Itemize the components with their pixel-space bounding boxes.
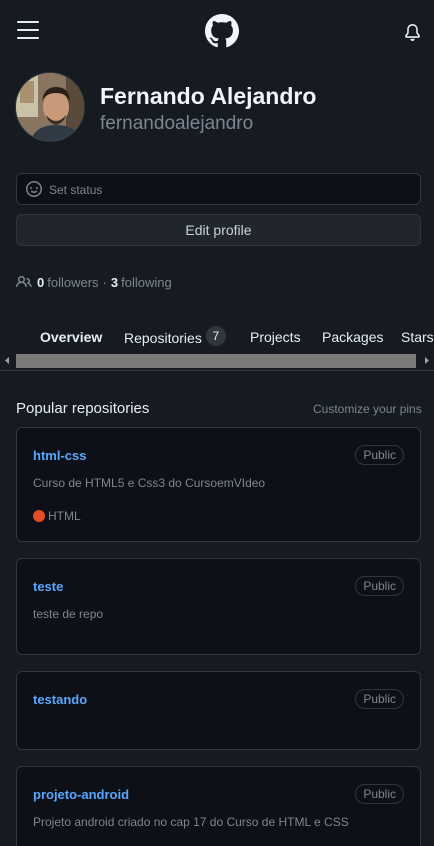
followers-link[interactable]: 0 followers	[37, 275, 99, 290]
customize-pins-link[interactable]: Customize your pins	[313, 402, 422, 416]
tab-projects-label: Projects	[250, 329, 301, 345]
app-header	[0, 0, 434, 64]
repo-name-link[interactable]: testando	[33, 692, 87, 707]
github-octocat-icon[interactable]	[205, 14, 239, 48]
scroll-right-arrow-icon[interactable]	[419, 352, 434, 369]
tab-overview[interactable]: Overview	[40, 329, 102, 345]
hamburger-menu-icon[interactable]	[17, 21, 39, 39]
profile-username: fernandoalejandro	[100, 113, 254, 134]
repo-name-link[interactable]: html-css	[33, 448, 86, 463]
repo-visibility-badge: Public	[355, 445, 404, 465]
tabs-scrollbar[interactable]	[0, 352, 434, 369]
tab-stars[interactable]: Stars	[401, 329, 434, 345]
edit-profile-button[interactable]: Edit profile	[16, 214, 421, 246]
repo-card: testando Public	[16, 671, 421, 750]
repo-visibility-badge: Public	[355, 784, 404, 804]
repo-name-link[interactable]: teste	[33, 579, 63, 594]
followers-label: followers	[47, 274, 99, 290]
repo-description: Projeto android criado no cap 17 do Curs…	[33, 815, 349, 829]
repo-language: HTML	[33, 509, 81, 523]
people-icon	[16, 275, 32, 288]
language-color-dot	[33, 510, 45, 522]
set-status-button[interactable]: Set status	[16, 173, 421, 205]
tab-repositories[interactable]: Repositories 7	[124, 326, 226, 346]
tab-repositories-label: Repositories	[124, 330, 202, 346]
tab-packages-label: Packages	[322, 329, 384, 345]
avatar[interactable]	[15, 72, 85, 142]
profile-display-name: Fernando Alejandro	[100, 83, 317, 109]
bell-icon[interactable]	[404, 24, 421, 41]
popular-repositories-heading: Popular repositories	[16, 400, 150, 417]
repo-language-label: HTML	[48, 509, 81, 523]
following-count: 3	[110, 274, 119, 290]
tab-packages[interactable]: Packages	[322, 329, 383, 345]
set-status-label: Set status	[49, 183, 103, 197]
repo-visibility-badge: Public	[355, 689, 404, 709]
scroll-left-arrow-icon[interactable]	[0, 352, 15, 369]
repo-description: teste de repo	[33, 607, 104, 621]
tab-projects[interactable]: Projects	[250, 329, 301, 345]
follow-stats: 0 followers · 3 following	[16, 273, 172, 291]
smiley-icon	[26, 181, 42, 197]
tabs-divider	[0, 370, 434, 371]
scrollbar-thumb[interactable]	[16, 354, 416, 368]
repo-name-link[interactable]: projeto-android	[33, 787, 129, 802]
repositories-count-badge: 7	[205, 326, 226, 346]
repo-card: html-css Public Curso de HTML5 e Css3 do…	[16, 427, 421, 542]
following-link[interactable]: 3 following	[111, 275, 172, 290]
repo-visibility-badge: Public	[355, 576, 404, 596]
following-label: following	[121, 274, 172, 290]
follow-separator: ·	[102, 274, 107, 290]
tab-stars-label: Stars	[401, 329, 434, 345]
profile-page: Fernando Alejandro fernandoalejandro Set…	[0, 64, 434, 846]
profile-tabs: Overview Repositories 7 Projects Packages…	[0, 326, 434, 350]
followers-count: 0	[37, 274, 45, 290]
repo-card: teste Public teste de repo	[16, 558, 421, 655]
repo-card: projeto-android Public Projeto android c…	[16, 766, 421, 846]
repo-description: Curso de HTML5 e Css3 do CursoemVIdeo	[33, 476, 266, 490]
tab-overview-label: Overview	[40, 329, 103, 345]
